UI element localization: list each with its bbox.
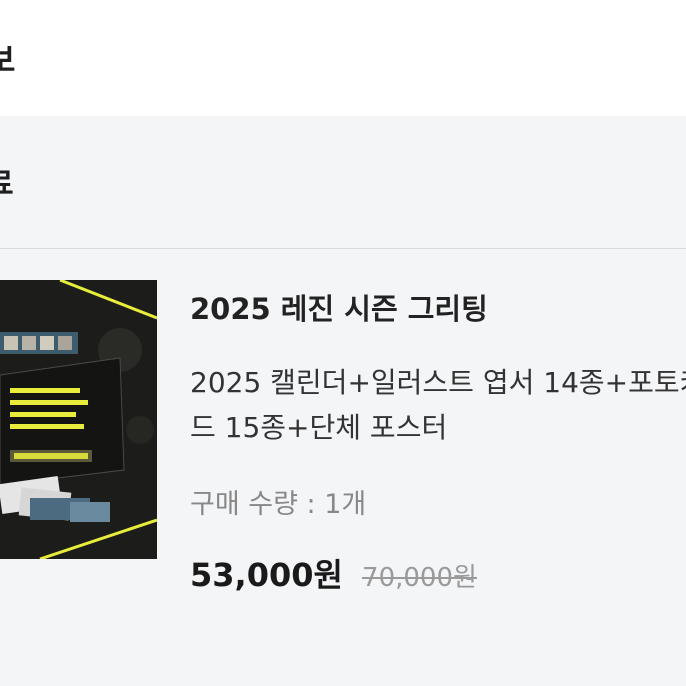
purchase-quantity: 구매 수량 : 1개 [190, 489, 367, 520]
price-row: 53,000원 70,000원 [190, 556, 477, 594]
product-thumbnail[interactable] [0, 280, 157, 559]
top-bar: 보 [0, 0, 686, 116]
product-title[interactable]: 2025 레진 시즌 그리팅 [190, 292, 488, 327]
order-section: 료 [0, 116, 686, 686]
order-status-row: 료 [0, 116, 686, 248]
product-card[interactable]: 2025 레진 시즌 그리팅 2025 캘린더+일러스트 엽서 14종+포토카드… [0, 249, 686, 686]
sale-price: 53,000원 [190, 556, 343, 594]
order-status-label: 료 [0, 170, 14, 200]
product-description: 2025 캘린더+일러스트 엽서 14종+포토카드 15종+단체 포스터 [190, 366, 686, 444]
header-title-fragment: 보 [0, 41, 16, 79]
original-price: 70,000원 [362, 563, 477, 593]
product-info: 2025 레진 시즌 그리팅 2025 캘린더+일러스트 엽서 14종+포토카드… [190, 249, 686, 686]
